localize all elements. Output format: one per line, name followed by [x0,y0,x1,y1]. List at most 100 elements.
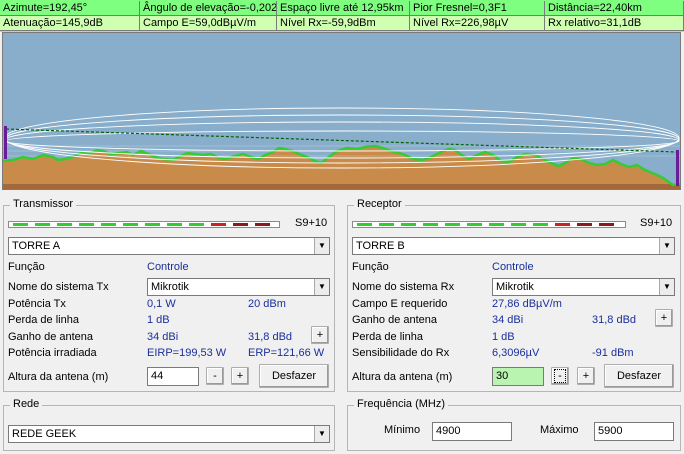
meter-segment [357,223,372,226]
tx-line-loss-value: 1 dB [147,314,170,326]
frequency-max-label: Máximo [540,424,579,436]
tx-erp: ERP=121,66 W [248,347,325,359]
rx-field-label: Campo E requerido [352,298,448,310]
meter-segment [555,223,570,226]
rx-site-value: TORRE B [356,240,405,252]
rx-sensitivity-dbm: -91 dBm [592,347,634,359]
network-value: REDE GEEK [12,428,77,440]
tx-meter-label: S9+10 [295,217,328,229]
rx-height-input[interactable]: 30 [492,367,544,386]
tx-height-plus-button[interactable]: + [231,367,249,385]
tx-gain-dbd: 31,8 dBd [248,331,293,343]
meter-segment [101,223,116,226]
rx-undo-button[interactable]: Desfazer [604,364,674,388]
rx-function-label: Função [352,261,389,273]
rx-system-label: Nome do sistema Rx [352,281,455,293]
frequency-max-input[interactable]: 5900 [594,422,674,441]
chevron-down-icon: ▼ [659,238,674,254]
rx-antenna-mast [676,150,679,186]
meter-segment [255,223,270,226]
tx-signal-meter [8,221,280,228]
meter-segment [211,223,226,226]
network-select[interactable]: REDE GEEK ▼ [8,425,330,443]
meter-segment [145,223,160,226]
meter-segment [123,223,138,226]
rx-line-loss-value: 1 dB [492,331,515,343]
meter-segment [445,223,460,226]
frequency-min-label: Mínimo [384,424,421,436]
status-bar: Azimute=192,45° Ângulo de elevação=-0,20… [0,0,684,32]
tx-power-label: Potência Tx [8,298,66,310]
rx-function-value: Controle [492,261,534,273]
status-rx-level-dbm: Nível Rx=-59,9dBm [277,16,410,31]
tx-height-input[interactable]: 44 [147,367,199,386]
rx-height-plus-button[interactable]: + [577,367,595,385]
tx-radiated-label: Potência irradiada [8,347,97,359]
receiver-panel: Receptor S9+10 TORRE B ▼ Função Controle… [347,198,681,392]
meter-segment [233,223,248,226]
receiver-title: Receptor [354,198,405,210]
meter-segment [79,223,94,226]
terrain-profile-view[interactable] [2,32,681,190]
meter-segment [467,223,482,226]
rx-gain-dbd: 31,8 dBd [592,314,637,326]
transmitter-panel: Transmissor S9+10 TORRE A ▼ Função Contr… [3,198,335,392]
status-clearance: Espaço livre até 12,95km [277,1,410,16]
tx-undo-button[interactable]: Desfazer [259,364,329,388]
meter-segment [379,223,394,226]
tx-system-select[interactable]: Mikrotik ▼ [147,278,330,296]
meter-segment [189,223,204,226]
tx-power-dbm: 20 dBm [248,298,286,310]
meter-segment [423,223,438,226]
tx-height-label: Altura da antena (m) [8,371,109,383]
rx-height-minus-label: - [554,369,566,383]
meter-segment [35,223,50,226]
meter-segment [57,223,72,226]
rx-site-select[interactable]: TORRE B ▼ [352,237,675,255]
status-rx-level-uv: Nível Rx=226,98µV [410,16,545,31]
rx-line-loss-label: Perda de linha [352,331,423,343]
transmitter-title: Transmissor [10,198,77,210]
rx-height-label: Altura da antena (m) [352,371,453,383]
tx-function-value: Controle [147,261,189,273]
meter-segment [599,223,614,226]
rx-meter-label: S9+10 [640,217,673,229]
rx-gain-plus-button[interactable]: + [655,309,673,327]
tx-function-label: Função [8,261,45,273]
tx-gain-label: Ganho de antena [8,331,94,343]
rx-field-value: 27,86 dBµV/m [492,298,562,310]
frequency-min-input[interactable]: 4900 [432,422,512,441]
status-azimuth: Azimute=192,45° [0,1,140,16]
tx-line-loss-label: Perda de linha [8,314,79,326]
rx-gain-label: Ganho de antena [352,314,438,326]
status-rx-relative: Rx relativo=31,1dB [545,16,684,31]
tx-system-label: Nome do sistema Tx [8,281,109,293]
tx-site-select[interactable]: TORRE A ▼ [8,237,330,255]
chevron-down-icon: ▼ [659,279,674,295]
tx-height-minus-button[interactable]: - [206,367,224,385]
frequency-panel: Frequência (MHz) Mínimo 4900 Máximo 5900 [347,398,681,451]
meter-segment [577,223,592,226]
tx-antenna-mast [4,126,7,159]
meter-segment [489,223,504,226]
meter-segment [401,223,416,226]
chevron-down-icon: ▼ [314,279,329,295]
rx-sensitivity-uv: 6,3096µV [492,347,540,359]
meter-segment [511,223,526,226]
chevron-down-icon: ▼ [314,238,329,254]
tx-system-value: Mikrotik [151,281,189,293]
rx-gain-dbi: 34 dBi [492,314,524,326]
tx-site-value: TORRE A [12,240,61,252]
tx-gain-plus-button[interactable]: + [311,326,329,344]
rx-system-select[interactable]: Mikrotik ▼ [492,278,675,296]
status-attenuation: Atenuação=145,9dB [0,16,140,31]
rx-signal-meter [352,221,626,228]
tx-eirp: EIRP=199,53 W [147,347,227,359]
chevron-down-icon: ▼ [314,426,329,442]
tx-power-w: 0,1 W [147,298,176,310]
meter-segment [167,223,182,226]
rx-system-value: Mikrotik [496,281,534,293]
network-panel: Rede REDE GEEK ▼ [3,398,335,451]
rx-sensitivity-label: Sensibilidade do Rx [352,347,450,359]
rx-height-minus-button[interactable]: - [551,367,569,385]
